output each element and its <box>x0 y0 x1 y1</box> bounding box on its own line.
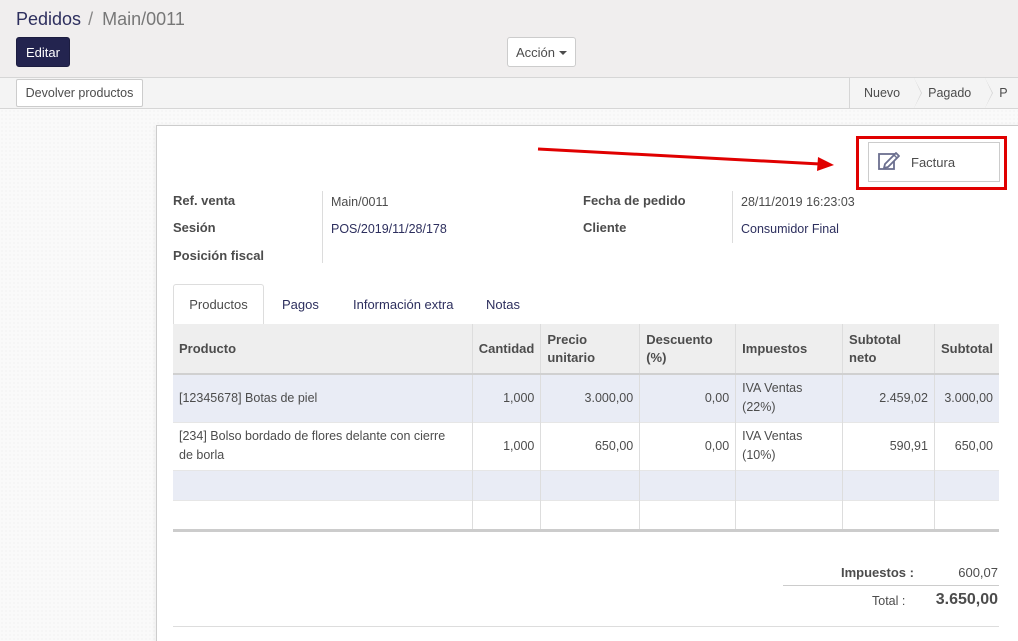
statusbar: Devolver productos Nuevo Pagado P <box>0 77 1018 109</box>
ref-venta-label: Ref. venta <box>173 193 236 208</box>
fecha-pedido-value: 28/11/2019 16:23:03 <box>741 195 855 209</box>
column-header-subtotal[interactable]: Subtotal <box>934 324 999 375</box>
cliente-link[interactable]: Consumidor Final <box>741 222 839 236</box>
empty-row <box>173 499 999 532</box>
tab-notas[interactable]: Notas <box>471 284 535 325</box>
cell-producto: [12345678] Botas de piel <box>173 373 473 422</box>
cell-subtotal-neto: 590,91 <box>842 421 935 470</box>
action-dropdown-button[interactable]: Acción <box>507 37 576 67</box>
column-header-cantidad[interactable]: Cantidad <box>472 324 542 375</box>
empty-row <box>173 469 999 500</box>
cell-descuento: 0,00 <box>639 373 737 422</box>
sheet-divider <box>173 626 999 627</box>
tab-informacion-extra[interactable]: Información extra <box>338 284 468 325</box>
impuestos-total-label: Impuestos : <box>841 565 914 580</box>
totals-divider <box>783 585 999 586</box>
column-header-impuestos[interactable]: Impuestos <box>735 324 844 375</box>
red-highlight-box <box>856 136 1007 190</box>
cell-cantidad: 1,000 <box>472 421 542 470</box>
status-step-label: Pagado <box>928 86 972 100</box>
red-arrow-annotation <box>537 147 834 171</box>
sesion-link[interactable]: POS/2019/11/28/178 <box>331 222 447 236</box>
breadcrumb-current: Main/0011 <box>102 9 185 29</box>
cliente-label: Cliente <box>583 220 627 235</box>
breadcrumb-separator: / <box>88 9 94 29</box>
total-value: 3.650,00 <box>935 591 998 608</box>
total-label: Total : <box>872 594 906 608</box>
breadcrumb-parent-link[interactable]: Pedidos <box>16 9 81 29</box>
breadcrumb: Pedidos / Main/0011 <box>16 8 185 30</box>
status-step-label: Nuevo <box>864 86 901 100</box>
cell-producto: [234] Bolso bordado de flores delante co… <box>173 421 473 470</box>
column-header-producto[interactable]: Producto <box>173 324 473 375</box>
column-header-subtotal-neto[interactable]: Subtotal neto <box>842 324 935 375</box>
status-step-new[interactable]: Nuevo <box>850 78 923 108</box>
chevron-inner <box>985 78 993 108</box>
order-lines-table: Producto Cantidad Precio unitario Descuen… <box>173 324 999 532</box>
notebook-tabs: Productos Pagos Información extra Notas <box>173 284 999 325</box>
status-steps: Nuevo Pagado P <box>849 78 1008 108</box>
field-separator <box>322 191 323 263</box>
caret-down-icon <box>559 50 568 55</box>
impuestos-total-value: 600,07 <box>958 565 998 580</box>
ref-venta-value: Main/0011 <box>331 195 389 209</box>
cell-precio: 650,00 <box>540 421 641 470</box>
cell-impuestos: IVA Ventas (10%) <box>735 421 844 470</box>
field-separator <box>732 191 733 243</box>
action-label: Acción <box>515 44 556 60</box>
chevron-inner <box>914 78 922 108</box>
posicion-fiscal-label: Posición fiscal <box>173 248 265 263</box>
edit-button[interactable]: Editar <box>16 37 70 67</box>
table-row[interactable]: [12345678] Botas de piel 1,000 3.000,00 … <box>173 373 999 422</box>
table-row[interactable]: [234] Bolso bordado de flores delante co… <box>173 421 999 470</box>
cell-cantidad: 1,000 <box>472 373 542 422</box>
column-header-descuento[interactable]: Descuento (%) <box>639 324 737 375</box>
table-header-row: Producto Cantidad Precio unitario Descuen… <box>173 324 999 375</box>
column-header-precio-unitario[interactable]: Precio unitario <box>540 324 641 375</box>
cell-subtotal: 650,00 <box>934 421 999 470</box>
cell-impuestos: IVA Ventas (22%) <box>735 373 844 422</box>
cell-subtotal: 3.000,00 <box>934 373 999 422</box>
fecha-pedido-label: Fecha de pedido <box>583 193 686 208</box>
cell-descuento: 0,00 <box>639 421 737 470</box>
tab-productos[interactable]: Productos <box>173 284 264 325</box>
cell-precio: 3.000,00 <box>540 373 641 422</box>
sesion-label: Sesión <box>173 220 216 235</box>
return-products-button[interactable]: Devolver productos <box>16 79 143 107</box>
status-step-paid[interactable]: Pagado <box>914 78 994 108</box>
cell-subtotal-neto: 2.459,02 <box>842 373 935 422</box>
tab-pagos[interactable]: Pagos <box>267 284 334 325</box>
control-panel: Pedidos / Main/0011 Editar Acción <box>0 0 1018 78</box>
status-step-label: P <box>999 86 1008 100</box>
